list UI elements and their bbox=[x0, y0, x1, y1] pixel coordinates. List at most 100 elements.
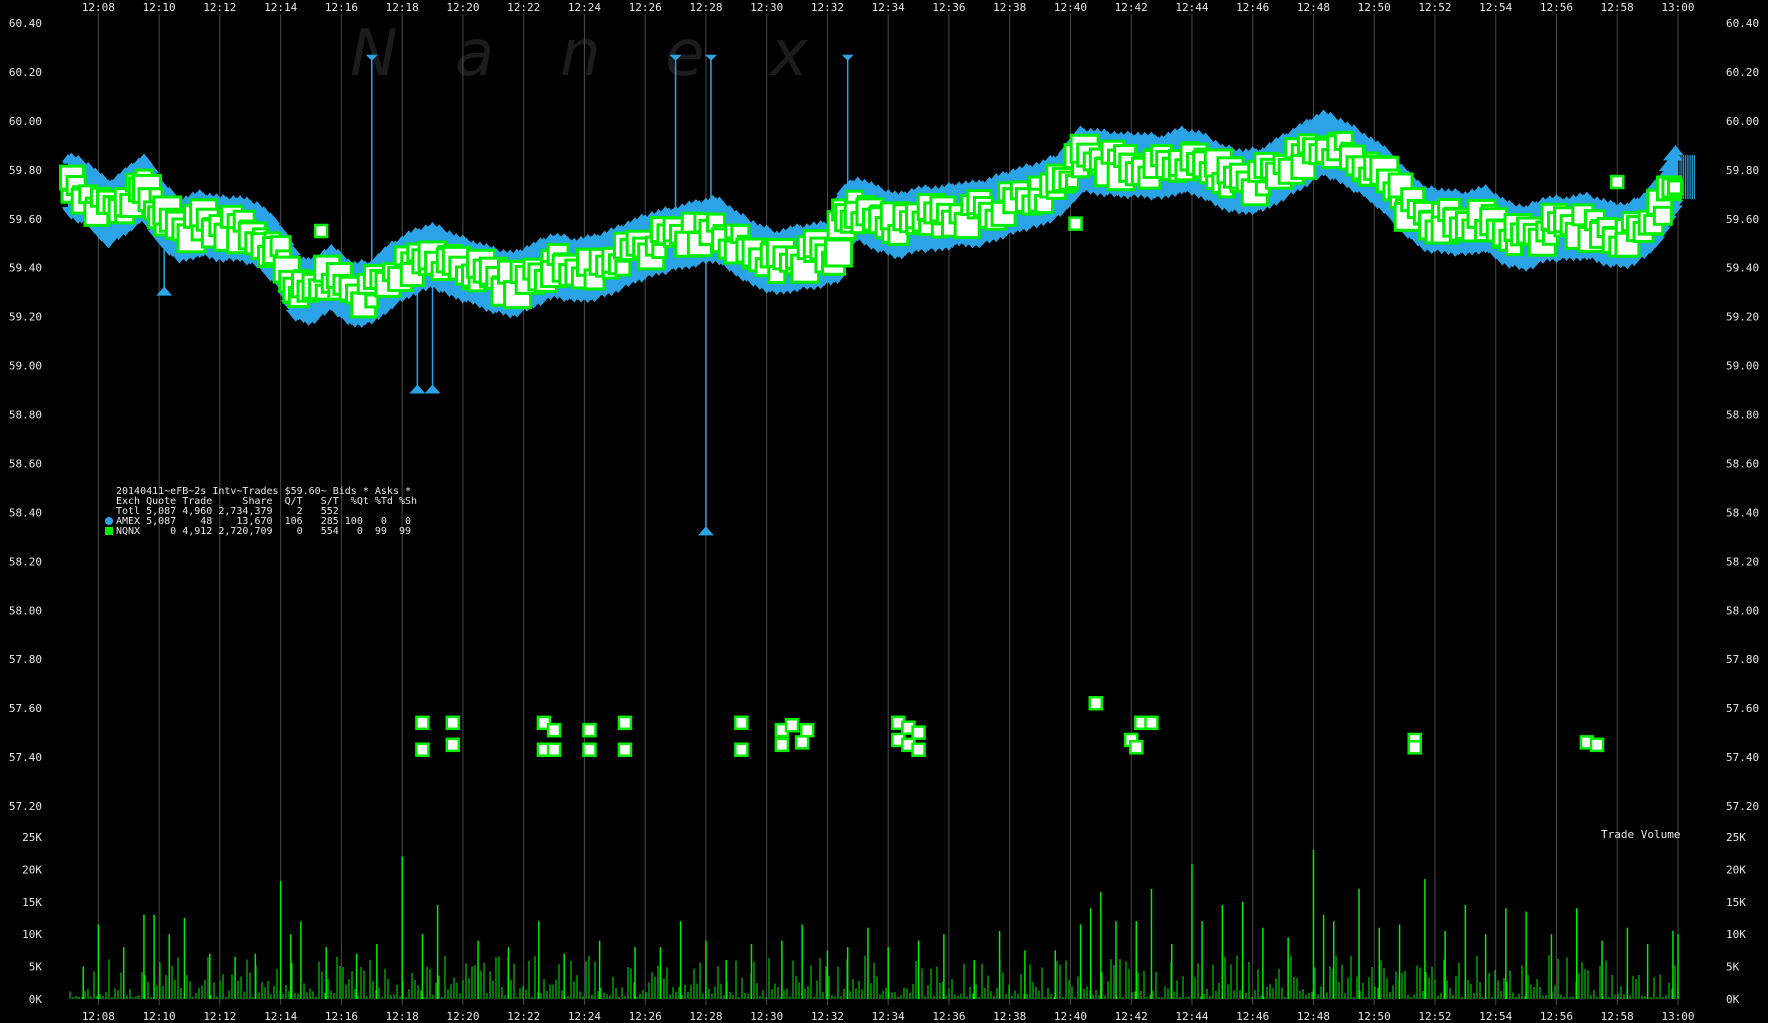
watermark-letter: N bbox=[350, 17, 398, 91]
nqnx-outlier-marker bbox=[799, 722, 815, 738]
amex-spike-cap bbox=[156, 286, 173, 296]
x-tick-label: 12:34 bbox=[872, 1010, 905, 1023]
x-tick-label: 12:08 bbox=[82, 1010, 115, 1023]
watermark-letter: x bbox=[768, 17, 809, 91]
price-tick-label: 57.20 bbox=[9, 800, 42, 813]
x-tick-label: 12:40 bbox=[1054, 1, 1087, 14]
x-tick-label: 12:26 bbox=[629, 1, 662, 14]
legend-nqnx-marker bbox=[105, 527, 113, 535]
price-tick-label: 60.00 bbox=[9, 115, 42, 128]
nqnx-outlier-marker bbox=[911, 742, 926, 757]
x-tick-label: 12:16 bbox=[325, 1010, 358, 1023]
x-tick-label: 12:14 bbox=[264, 1, 297, 14]
x-tick-label: 12:38 bbox=[993, 1010, 1026, 1023]
price-tick-label: 57.40 bbox=[1726, 751, 1759, 764]
volume-tick-label: 10K bbox=[1726, 928, 1746, 941]
x-tick-label: 12:48 bbox=[1297, 1010, 1330, 1023]
volume-tick-label: 20K bbox=[22, 863, 42, 876]
nqnx-trade-marker bbox=[1666, 179, 1683, 196]
x-tick-label: 12:58 bbox=[1601, 1010, 1634, 1023]
x-tick-label: 12:56 bbox=[1540, 1010, 1573, 1023]
price-tick-label: 57.40 bbox=[9, 751, 42, 764]
volume-tick-label: 25K bbox=[1726, 831, 1746, 844]
price-tick-label: 60.40 bbox=[9, 17, 42, 30]
nqnx-outlier-marker bbox=[734, 742, 749, 757]
price-tick-label: 59.80 bbox=[9, 164, 42, 177]
x-tick-label: 12:30 bbox=[750, 1, 783, 14]
x-tick-label: 12:38 bbox=[993, 1, 1026, 14]
x-tick-label: 12:28 bbox=[689, 1, 722, 14]
x-tick-label: 12:44 bbox=[1175, 1, 1208, 14]
volume-tick-label: 5K bbox=[29, 961, 43, 974]
x-tick-label: 12:42 bbox=[1115, 1, 1148, 14]
price-tick-label: 58.20 bbox=[9, 555, 42, 568]
x-tick-label: 12:54 bbox=[1479, 1, 1512, 14]
x-tick-label: 12:46 bbox=[1236, 1, 1269, 14]
volume-tick-label: 0K bbox=[1726, 993, 1740, 1006]
price-tick-label: 60.40 bbox=[1726, 17, 1759, 30]
x-tick-label: 12:58 bbox=[1601, 1, 1634, 14]
price-tick-label: 60.00 bbox=[1726, 115, 1759, 128]
volume-tick-label: 15K bbox=[22, 896, 42, 909]
x-tick-label: 12:52 bbox=[1418, 1010, 1451, 1023]
x-tick-label: 12:18 bbox=[386, 1010, 419, 1023]
amex-spike-cap bbox=[697, 526, 714, 536]
x-tick-label: 12:36 bbox=[932, 1, 965, 14]
nqnx-trade-marker bbox=[313, 223, 329, 239]
x-tick-label: 12:50 bbox=[1358, 1010, 1391, 1023]
x-tick-label: 12:20 bbox=[446, 1, 479, 14]
x-tick-label: 12:18 bbox=[386, 1, 419, 14]
chart-canvas: Nanex 12:08 12:10 12:12 12:14 12:16 12:18 12:2… bbox=[9, 1, 1759, 1023]
price-tick-label: 58.60 bbox=[1726, 457, 1759, 470]
nqnx-outlier-marker bbox=[582, 742, 597, 757]
x-tick-label: 12:32 bbox=[811, 1010, 844, 1023]
nqnx-outlier-marker bbox=[415, 742, 430, 757]
price-tick-label: 59.60 bbox=[9, 213, 42, 226]
price-tick-label: 59.80 bbox=[1726, 164, 1759, 177]
x-tick-label: 12:40 bbox=[1054, 1010, 1087, 1023]
x-tick-label: 12:16 bbox=[325, 1, 358, 14]
x-tick-label: 12:20 bbox=[446, 1010, 479, 1023]
x-tick-label: 12:48 bbox=[1297, 1, 1330, 14]
x-axis-bottom: 12:08 12:10 12:12 12:14 12:16 12:18 12:20 12:22… bbox=[82, 1010, 1695, 1023]
watermark-letter: n bbox=[560, 17, 601, 91]
x-tick-label: 12:54 bbox=[1479, 1010, 1512, 1023]
price-tick-label: 59.00 bbox=[1726, 360, 1759, 373]
price-tick-label: 57.80 bbox=[1726, 653, 1759, 666]
x-tick-label: 12:22 bbox=[507, 1010, 540, 1023]
volume-axis-left: 0K 5K 10K 15K 20K 25K bbox=[22, 831, 42, 1006]
watermark-letter: a bbox=[455, 17, 494, 91]
x-tick-label: 12:52 bbox=[1418, 1, 1451, 14]
x-tick-label: 12:50 bbox=[1358, 1, 1391, 14]
nqnx-outlier-marker bbox=[546, 742, 562, 757]
nqnx-outlier-marker bbox=[582, 722, 597, 738]
price-tick-label: 59.40 bbox=[1726, 262, 1759, 275]
amex-spike-cap bbox=[841, 54, 854, 61]
nqnx-outlier-marker bbox=[546, 722, 562, 738]
x-axis-top: 12:08 12:10 12:12 12:14 12:16 12:18 12:20 12:22… bbox=[82, 1, 1695, 14]
nqnx-trade-marker bbox=[824, 238, 854, 268]
x-tick-label: 12:22 bbox=[507, 1, 540, 14]
legend-amex-marker bbox=[105, 517, 113, 525]
price-tick-label: 59.40 bbox=[9, 262, 42, 275]
price-tick-label: 58.00 bbox=[9, 604, 42, 617]
price-tick-label: 59.60 bbox=[1726, 213, 1759, 226]
nqnx-outlier-marker bbox=[445, 737, 461, 753]
nqnx-outlier-marker bbox=[1129, 740, 1144, 755]
nqnx-outlier-marker bbox=[1407, 740, 1422, 755]
price-tick-label: 58.00 bbox=[1726, 604, 1759, 617]
price-tick-label: 58.80 bbox=[9, 409, 42, 422]
price-tick-label: 59.20 bbox=[1726, 311, 1759, 324]
nqnx-trade-marker bbox=[1652, 205, 1673, 226]
x-tick-label: 12:12 bbox=[203, 1, 236, 14]
price-axis-right: 57.20 57.40 57.60 57.80 58.00 58.20 58.40 58.60… bbox=[1726, 17, 1759, 813]
nqnx-outlier-marker bbox=[617, 715, 633, 731]
x-tick-label: 12:44 bbox=[1175, 1010, 1208, 1023]
nqnx-trade-markers bbox=[59, 130, 1683, 319]
volume-bars bbox=[69, 849, 1679, 999]
nqnx-trade-marker bbox=[1068, 216, 1083, 231]
price-tick-label: 59.20 bbox=[9, 311, 42, 324]
amex-spike-cap bbox=[409, 384, 426, 394]
nqnx-outlier-marker bbox=[617, 742, 633, 757]
price-tick-label: 58.20 bbox=[1726, 555, 1759, 568]
